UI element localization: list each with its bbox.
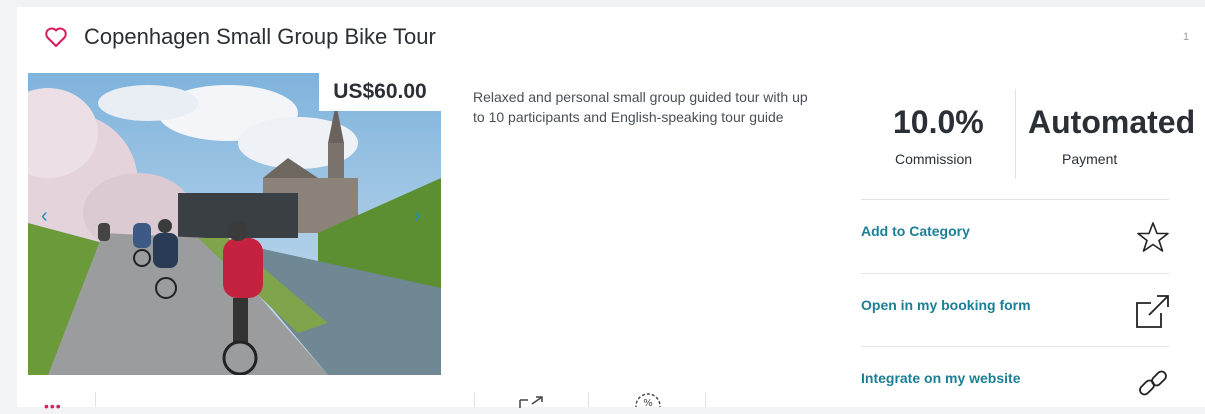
heart-icon[interactable] (44, 26, 68, 48)
integrate-website-link[interactable]: Integrate on my website (861, 370, 1020, 386)
divider (861, 199, 1169, 200)
product-title[interactable]: Copenhagen Small Group Bike Tour (84, 24, 436, 50)
chevron-right-icon[interactable]: › (414, 205, 421, 228)
product-description: Relaxed and personal small group guided … (473, 89, 808, 125)
item-index: 1 (1183, 31, 1190, 43)
external-link-icon[interactable] (1135, 293, 1171, 329)
divider (588, 392, 589, 407)
link-icon[interactable] (1136, 366, 1170, 400)
price-tag: US$60.00 (319, 73, 441, 111)
divider (474, 392, 475, 407)
payment-label: Payment (1062, 151, 1118, 167)
share-icon[interactable] (518, 396, 546, 408)
discount-badge-icon[interactable]: % (634, 392, 662, 407)
commission-value: 10.0% (893, 104, 984, 140)
product-photo[interactable] (28, 73, 441, 375)
divider (861, 273, 1169, 274)
add-to-category-link[interactable]: Add to Category (861, 223, 970, 239)
divider (705, 392, 706, 407)
divider (95, 392, 96, 407)
payment-value: Automated (1028, 104, 1196, 140)
divider (861, 346, 1169, 347)
open-booking-form-link[interactable]: Open in my booking form (861, 297, 1031, 313)
svg-text:%: % (643, 398, 653, 407)
bottom-dots-icon[interactable]: ••• (44, 399, 62, 413)
star-icon[interactable] (1136, 221, 1170, 253)
commission-label: Commission (895, 151, 973, 167)
chevron-left-icon[interactable]: ‹ (41, 205, 48, 228)
stats-divider (1015, 89, 1016, 179)
